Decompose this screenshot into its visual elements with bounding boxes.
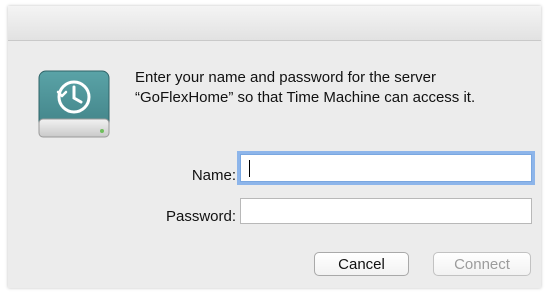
- cancel-button[interactable]: Cancel: [314, 252, 409, 276]
- time-machine-drive-icon: [36, 61, 112, 147]
- password-field[interactable]: [240, 198, 532, 224]
- text-caret: [249, 160, 250, 177]
- name-field[interactable]: [240, 154, 532, 182]
- auth-dialog: Enter your name and password for the ser…: [8, 6, 541, 288]
- password-label: Password:: [165, 208, 236, 225]
- dialog-titlebar: [8, 6, 541, 41]
- name-label: Name:: [191, 167, 236, 184]
- dialog-message: Enter your name and password for the ser…: [135, 69, 476, 106]
- connect-button[interactable]: Connect: [433, 252, 531, 276]
